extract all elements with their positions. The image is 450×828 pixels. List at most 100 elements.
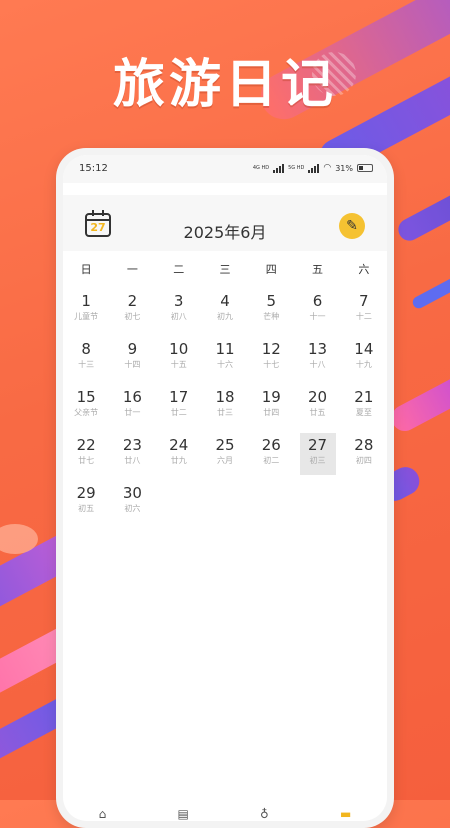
calendar-day-cell[interactable]: 13 十八	[294, 335, 340, 383]
day-number: 19	[261, 388, 281, 406]
calendar-day-cell[interactable]: 5 芒种	[248, 287, 294, 335]
lunar-date: 初五	[78, 504, 95, 513]
weekday-label: 六	[358, 263, 370, 276]
app-screen: 15:12 4G HD 5G HD ◠ 31% 27 2025年6月 ✎ 日 一 二…	[63, 155, 387, 821]
calendar-day-cell[interactable]: 22 廿七	[63, 431, 109, 479]
weekday-label: 二	[173, 263, 185, 276]
lunar-date: 初九	[216, 312, 233, 321]
lunar-date: 十七	[263, 360, 280, 369]
calendar-day-cell[interactable]: 1 儿童节	[63, 287, 109, 335]
calendar-tab-icon[interactable]: ▬	[340, 807, 351, 821]
signal-icon	[308, 163, 320, 173]
day-number: 14	[354, 340, 374, 358]
calendar-day-cell[interactable]: 11 十六	[202, 335, 248, 383]
lunar-date: 十八	[309, 360, 326, 369]
status-indicators: 4G HD 5G HD ◠ 31%	[253, 163, 373, 173]
day-number: 2	[127, 292, 138, 310]
lunar-date: 廿九	[170, 456, 187, 465]
calendar-day-cell[interactable]: 19 廿四	[248, 383, 294, 431]
lunar-date: 廿二	[170, 408, 187, 417]
calendar-day-cell[interactable]: 15 父亲节	[63, 383, 109, 431]
calendar-day-cell[interactable]: 7 十二	[341, 287, 387, 335]
calendar-day-cell[interactable]: 28 初四	[341, 431, 387, 479]
calendar-day-cell[interactable]: 21 夏至	[341, 383, 387, 431]
calendar-day-cell[interactable]: 4 初九	[202, 287, 248, 335]
calendar-day-cell[interactable]: 30 初六	[109, 479, 155, 527]
lunar-date: 初二	[263, 456, 280, 465]
calendar-empty-cell	[248, 479, 294, 527]
calendar-empty-cell	[294, 479, 340, 527]
day-number: 12	[261, 340, 281, 358]
calendar-day-cell[interactable]: 14 十九	[341, 335, 387, 383]
diary-tab-icon[interactable]: ▤	[177, 807, 188, 821]
wifi-icon: ◠	[323, 163, 332, 173]
calendar-empty-cell	[341, 479, 387, 527]
calendar-day-cell[interactable]: 27 初三	[294, 431, 340, 479]
lunar-date: 廿一	[124, 408, 141, 417]
status-bar: 15:12 4G HD 5G HD ◠ 31%	[63, 155, 387, 183]
lunar-date: 十一	[309, 312, 326, 321]
app-title: 旅游日记	[112, 55, 337, 115]
lunar-date: 初四	[355, 456, 372, 465]
lunar-date: 廿五	[309, 408, 326, 417]
pencil-icon[interactable]: ✎	[339, 213, 365, 239]
calendar-day-cell[interactable]: 20 廿五	[294, 383, 340, 431]
calendar-day-cell[interactable]: 8 十三	[63, 335, 109, 383]
profile-tab-icon[interactable]: ♁	[260, 807, 269, 821]
calendar-day-cell[interactable]: 29 初五	[63, 479, 109, 527]
lunar-date: 廿三	[216, 408, 233, 417]
lunar-date: 夏至	[355, 408, 372, 417]
lunar-date: 初六	[124, 504, 141, 513]
calendar-day-cell[interactable]: 24 廿九	[156, 431, 202, 479]
calendar-day-cell[interactable]: 23 廿八	[109, 431, 155, 479]
weekday-label: 一	[126, 263, 138, 276]
calendar-day-cell[interactable]: 10 十五	[156, 335, 202, 383]
calendar-grid: 1 儿童节 2 初七 3 初八 4 初九 5 芒种 6 十一 7 十二 8 十三 9 十四 10 十五 11 十六 12 十七…	[63, 287, 387, 527]
lunar-date: 十九	[355, 360, 372, 369]
lunar-date: 初八	[170, 312, 187, 321]
day-number: 18	[215, 388, 235, 406]
phone-frame: 15:12 4G HD 5G HD ◠ 31% 27 2025年6月 ✎ 日 一 二…	[56, 148, 394, 828]
home-tab-icon[interactable]: ⌂	[99, 807, 107, 821]
weekday-label: 四	[265, 263, 277, 276]
network-label-2: 5G HD	[288, 164, 305, 171]
lunar-date: 廿八	[124, 456, 141, 465]
calendar-day-cell[interactable]: 17 廿二	[156, 383, 202, 431]
calendar-day-cell[interactable]: 12 十七	[248, 335, 294, 383]
battery-percent: 31%	[335, 163, 353, 173]
calendar-day-cell[interactable]: 9 十四	[109, 335, 155, 383]
day-number: 10	[169, 340, 189, 358]
day-number: 24	[169, 436, 189, 454]
lunar-date: 儿童节	[74, 312, 99, 321]
calendar-day-cell[interactable]: 6 十一	[294, 287, 340, 335]
weekday-label: 日	[80, 263, 92, 276]
calendar-day-cell[interactable]: 18 廿三	[202, 383, 248, 431]
lunar-date: 初七	[124, 312, 141, 321]
day-number: 23	[122, 436, 142, 454]
lunar-date: 芒种	[263, 312, 280, 321]
calendar-empty-cell	[202, 479, 248, 527]
lunar-date: 父亲节	[74, 408, 99, 417]
day-number: 17	[169, 388, 189, 406]
calendar-week-row: 22 廿七 23 廿八 24 廿九 25 六月 26 初二 27 初三 28 初四	[63, 431, 387, 479]
day-number: 8	[81, 340, 91, 358]
day-number: 11	[215, 340, 235, 358]
calendar-day-cell[interactable]: 3 初八	[156, 287, 202, 335]
calendar-day-cell[interactable]: 26 初二	[248, 431, 294, 479]
calendar-day-cell[interactable]: 16 廿一	[109, 383, 155, 431]
day-number: 28	[354, 436, 374, 454]
day-number: 3	[173, 292, 184, 310]
decor-stripe	[387, 370, 450, 436]
day-number: 26	[261, 436, 281, 454]
day-number: 22	[76, 436, 96, 454]
calendar-week-row: 15 父亲节 16 廿一 17 廿二 18 廿三 19 廿四 20 廿五 21 夏至	[63, 383, 387, 431]
lunar-date: 十六	[216, 360, 233, 369]
day-number: 30	[122, 484, 142, 502]
day-number: 7	[359, 292, 369, 310]
day-number: 25	[215, 436, 235, 454]
calendar-day-cell[interactable]: 25 六月	[202, 431, 248, 479]
day-number: 4	[220, 292, 230, 310]
day-number: 20	[308, 388, 328, 406]
day-number: 5	[266, 292, 277, 310]
calendar-day-cell[interactable]: 2 初七	[109, 287, 155, 335]
